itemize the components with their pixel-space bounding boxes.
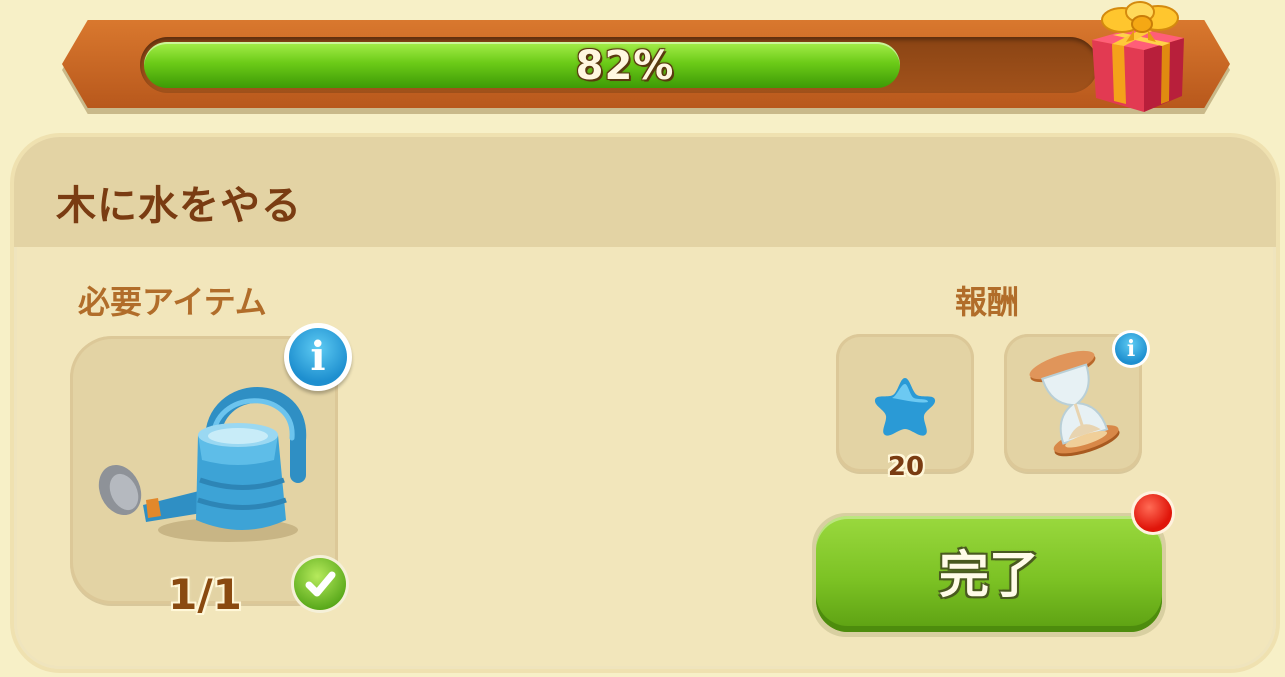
required-item-count: 1/1 — [168, 570, 242, 619]
item-info-button[interactable]: i — [284, 323, 352, 391]
notification-dot — [1134, 494, 1172, 532]
reward-info-button[interactable]: i — [1112, 330, 1150, 368]
complete-button-label: 完了 — [939, 546, 1039, 604]
hourglass-icon — [1020, 348, 1130, 463]
info-icon: i — [289, 328, 347, 386]
progress-percent: 82% — [575, 43, 675, 89]
rewards-label: 報酬 — [955, 283, 1020, 321]
checkmark-icon — [294, 558, 346, 610]
info-icon: i — [1115, 333, 1147, 365]
task-title: 木に水をやる — [56, 183, 302, 229]
watering-can-icon — [98, 380, 308, 550]
task-header: 木に水をやる — [14, 137, 1276, 247]
required-items-label: 必要アイテム — [78, 283, 267, 321]
gift-box-icon[interactable] — [1082, 0, 1192, 115]
reward-star-count: 20 — [887, 452, 925, 482]
complete-button[interactable]: 完了 — [812, 513, 1166, 637]
blue-star-icon — [870, 372, 940, 442]
